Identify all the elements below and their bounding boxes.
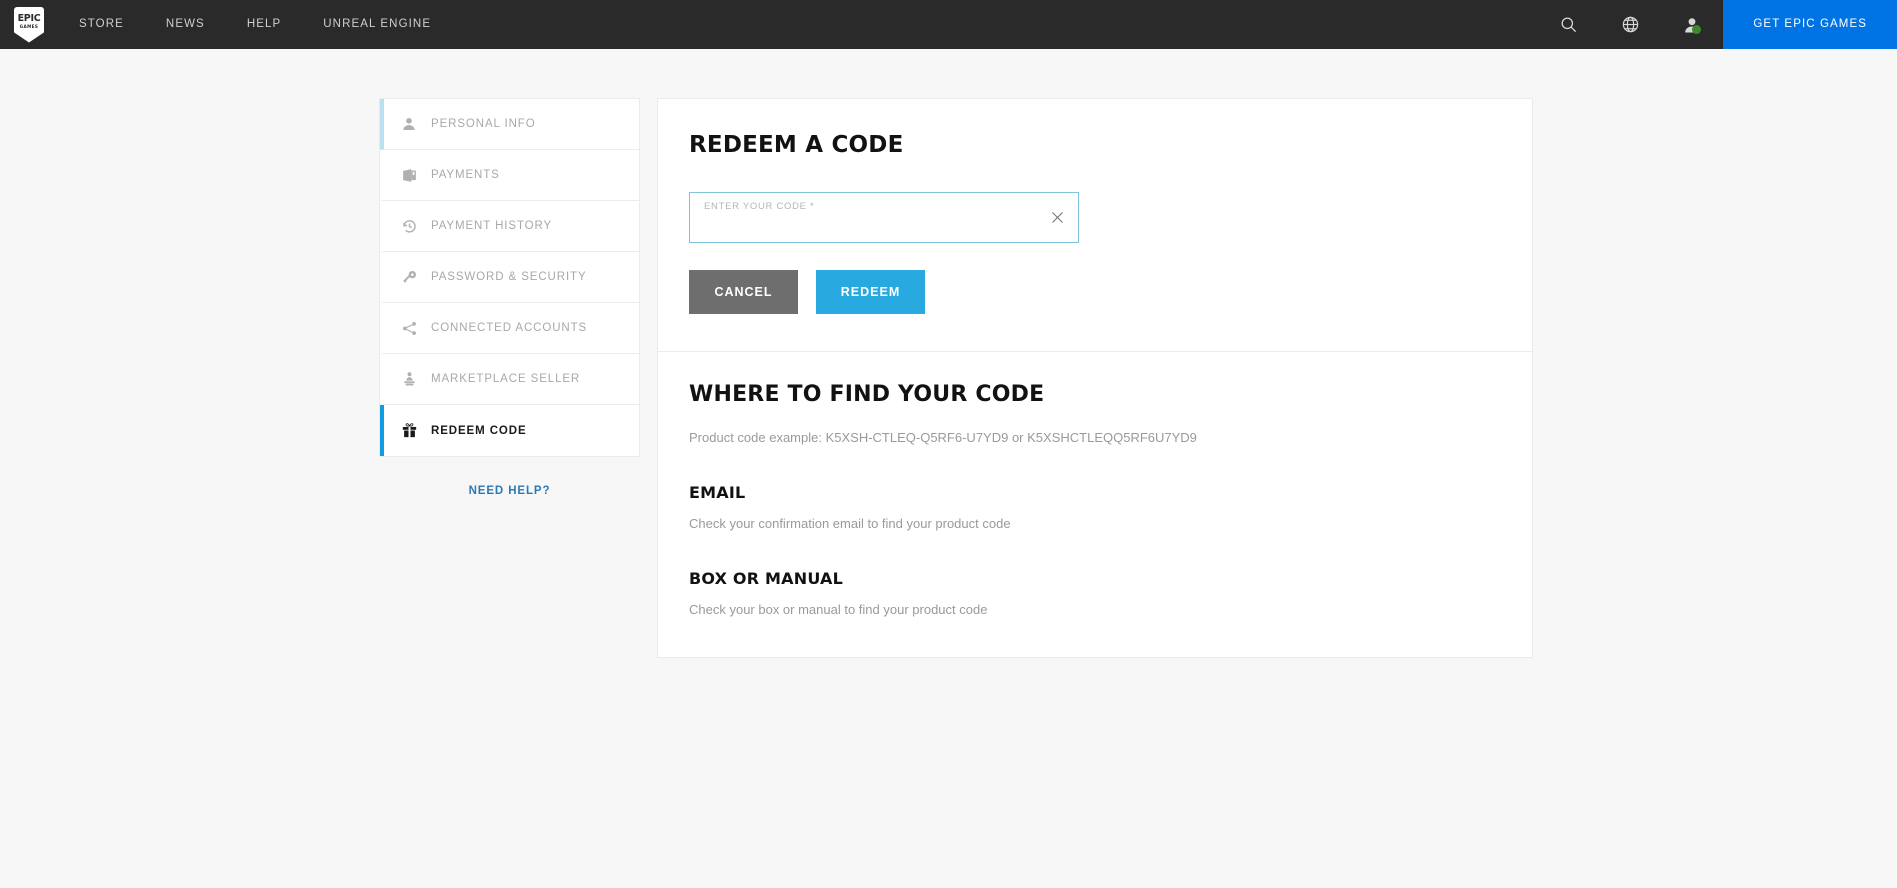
search-icon — [1561, 17, 1576, 33]
share-nodes-icon — [401, 320, 427, 337]
sidebar-item-connected-accounts[interactable]: CONNECTED ACCOUNTS — [380, 303, 639, 354]
need-help-link[interactable]: NEED HELP? — [379, 485, 640, 497]
sidebar-item-label: PAYMENTS — [431, 169, 500, 181]
sidebar-item-personal-info[interactable]: PERSONAL INFO — [380, 99, 639, 150]
email-body: Check your confirmation email to find yo… — [689, 516, 1011, 531]
close-x-icon[interactable] — [1045, 206, 1069, 230]
code-input-field[interactable]: ENTER YOUR CODE * — [689, 192, 1079, 243]
nav-item-news[interactable]: NEWS — [145, 0, 226, 49]
sidebar-item-label: CONNECTED ACCOUNTS — [431, 322, 588, 334]
seller-podium-icon — [401, 371, 427, 388]
site-header: EPIC GAMES STORE NEWS HELP UNREAL ENGINE — [0, 0, 1897, 49]
sidebar-item-label: PASSWORD & SECURITY — [431, 271, 587, 283]
form-actions: CANCEL REDEEM — [689, 270, 1501, 351]
history-clock-icon — [401, 218, 427, 235]
gift-icon — [401, 422, 427, 439]
key-icon — [401, 269, 427, 286]
get-epic-games-button[interactable]: GET EPIC GAMES — [1723, 0, 1897, 49]
sidebar-item-payment-history[interactable]: PAYMENT HISTORY — [380, 201, 639, 252]
globe-icon — [1622, 16, 1639, 33]
language-button[interactable] — [1599, 0, 1661, 49]
redeem-code-card: REDEEM A CODE ENTER YOUR CODE * CANCEL R… — [657, 98, 1533, 658]
sidebar-item-payments[interactable]: PAYMENTS — [380, 150, 639, 201]
where-to-find-code-section: WHERE TO FIND YOUR CODE Product code exa… — [658, 352, 1532, 657]
logo-text-epic: EPIC — [17, 13, 41, 24]
email-heading: EMAIL — [689, 483, 746, 502]
cancel-button[interactable]: CANCEL — [689, 270, 798, 314]
find-code-title: WHERE TO FIND YOUR CODE — [689, 382, 1045, 407]
box-or-manual-body: Check your box or manual to find your pr… — [689, 602, 988, 617]
code-input-label: ENTER YOUR CODE * — [704, 201, 815, 212]
nav-item-help[interactable]: HELP — [226, 0, 302, 49]
product-code-example: Product code example: K5XSH-CTLEQ-Q5RF6-… — [689, 430, 1197, 445]
nav-item-store[interactable]: STORE — [58, 0, 145, 49]
sidebar-item-label: PAYMENT HISTORY — [431, 220, 553, 232]
code-input[interactable] — [704, 216, 1032, 238]
redeem-button[interactable]: REDEEM — [816, 270, 925, 314]
sidebar-item-marketplace-seller[interactable]: MARKETPLACE SELLER — [380, 354, 639, 405]
epic-games-shield-logo-icon: EPIC GAMES — [14, 6, 44, 43]
account-button[interactable] — [1661, 0, 1723, 49]
sidebar-item-label: PERSONAL INFO — [431, 118, 536, 130]
primary-navigation: STORE NEWS HELP UNREAL ENGINE — [58, 0, 452, 49]
sidebar-item-label: MARKETPLACE SELLER — [431, 373, 581, 385]
redeem-form-section: REDEEM A CODE ENTER YOUR CODE * CANCEL R… — [658, 99, 1532, 351]
search-button[interactable] — [1537, 0, 1599, 49]
sidebar-card: PERSONAL INFO PAYMENTS PAYMENT HISTORY P… — [379, 98, 640, 457]
account-sidebar: PERSONAL INFO PAYMENTS PAYMENT HISTORY P… — [379, 98, 640, 497]
box-or-manual-heading: BOX OR MANUAL — [689, 569, 843, 588]
sidebar-item-password-security[interactable]: PASSWORD & SECURITY — [380, 252, 639, 303]
person-icon — [401, 116, 427, 132]
nav-item-unreal-engine[interactable]: UNREAL ENGINE — [302, 0, 452, 49]
wallet-icon — [401, 167, 427, 184]
logo-text-games: GAMES — [19, 24, 39, 29]
sidebar-item-label: REDEEM CODE — [431, 424, 527, 437]
epic-games-logo[interactable]: EPIC GAMES — [0, 0, 58, 49]
sidebar-item-redeem-code[interactable]: REDEEM CODE — [380, 405, 639, 456]
page-title: REDEEM A CODE — [689, 132, 904, 158]
page-body: PERSONAL INFO PAYMENTS PAYMENT HISTORY P… — [0, 49, 1897, 658]
header-actions: GET EPIC GAMES — [1537, 0, 1897, 49]
